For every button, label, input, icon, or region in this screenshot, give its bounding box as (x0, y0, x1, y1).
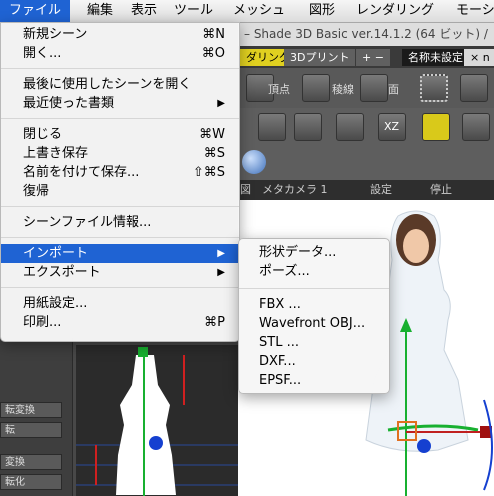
submenu-item-obj[interactable]: Wavefront OBJ... (239, 314, 389, 333)
left-button-2[interactable]: 転 (0, 422, 62, 438)
edge-mode-button[interactable] (302, 74, 330, 102)
sphere-icon[interactable] (242, 150, 266, 174)
menu-item-open-last-scene[interactable]: 最後に使用したシーンを開く (1, 75, 239, 94)
tab-add-remove[interactable]: + − (356, 49, 390, 66)
submenu-arrow-icon: ▶ (217, 248, 225, 259)
layer-icon[interactable] (294, 113, 322, 141)
menu-item-revert[interactable]: 復帰 (1, 182, 239, 201)
z-handle[interactable] (417, 439, 431, 453)
menu-separator (1, 118, 239, 119)
submenu-item-fbx[interactable]: FBX ... (239, 295, 389, 314)
menu-item-save-as[interactable]: 名前を付けて保存... ⇧⌘S (1, 163, 239, 182)
stop-button[interactable]: 停止 (430, 180, 452, 200)
submenu-item-shape-data[interactable]: 形状データ... (239, 243, 389, 262)
toolbar-row-2: XZ (238, 108, 494, 147)
menu-separator (1, 206, 239, 207)
crosshair-icon[interactable] (258, 113, 286, 141)
submenu-item-epsf[interactable]: EPSF... (239, 371, 389, 390)
rotate-icon[interactable] (460, 74, 488, 102)
menu-separator (239, 288, 389, 289)
menu-item-new-scene[interactable]: 新規シーン ⌘N (1, 25, 239, 44)
vertex-label: 頂点 (268, 83, 290, 96)
menu-separator (1, 68, 239, 69)
left-tool-column: 転変換 転 変換 転化 (0, 338, 73, 496)
menu-bar: ファイル 編集 表示 ツール メッシュ 図形 レンダリング モーシ (0, 0, 494, 23)
menu-edit[interactable]: 編集 (87, 0, 113, 22)
menu-rendering[interactable]: レンダリング (356, 0, 434, 22)
menu-separator (1, 287, 239, 288)
submenu-item-stl[interactable]: STL ... (239, 333, 389, 352)
left-button-1[interactable]: 転変換 (0, 402, 62, 418)
camera-select[interactable]: メタカメラ 1 (262, 180, 328, 200)
figure-face (403, 229, 429, 263)
select-rect-button[interactable] (420, 74, 448, 102)
material-icon[interactable] (336, 113, 364, 141)
grid-4-icon[interactable] (422, 113, 450, 141)
edge-label: 稜線 (332, 83, 354, 96)
view-bar: 図 メタカメラ 1 設定 停止 (238, 180, 494, 200)
menu-separator (1, 237, 239, 238)
left-button-4[interactable]: 転化 (0, 474, 62, 490)
submenu-arrow-icon: ▶ (217, 98, 225, 109)
menu-file[interactable]: ファイル (0, 0, 71, 22)
menu-view[interactable]: 表示 (131, 0, 157, 22)
menu-tools[interactable]: ツール (174, 0, 213, 22)
mini-z-handle[interactable] (149, 436, 163, 450)
menu-item-import[interactable]: インポート ▶ (1, 244, 239, 263)
menu-mesh[interactable]: メッシュ (233, 0, 285, 22)
face-label: 面 (388, 83, 399, 96)
file-menu: 新規シーン ⌘N 開く... ⌘O 最後に使用したシーンを開く 最近使った書類 … (0, 22, 240, 342)
submenu-item-dxf[interactable]: DXF... (239, 352, 389, 371)
left-button-3[interactable]: 変換 (0, 454, 62, 470)
menu-item-page-setup[interactable]: 用紙設定... (1, 294, 239, 313)
menu-shape[interactable]: 図形 (309, 0, 335, 22)
view-label: 図 (240, 183, 251, 196)
front-viewport[interactable] (76, 345, 238, 496)
toolbar-row-1: 頂点 稜線 面 (238, 68, 494, 109)
tab-3dprint[interactable]: 3Dプリント (284, 49, 356, 66)
tab-untitled[interactable]: 名称未設定 (402, 49, 469, 66)
menu-item-save[interactable]: 上書き保存 ⌘S (1, 144, 239, 163)
tab-doc[interactable]: × n (464, 49, 494, 66)
submenu-item-pose[interactable]: ポーズ... (239, 262, 389, 281)
toolbar-row-3 (238, 146, 494, 180)
menu-motion[interactable]: モーシ (456, 0, 494, 22)
menu-item-recent-docs[interactable]: 最近使った書類 ▶ (1, 94, 239, 113)
menu-item-open[interactable]: 開く... ⌘O (1, 44, 239, 63)
xz-label: XZ (384, 120, 400, 133)
tab-bar: ダリング 3Dプリント + − 名称未設定 × n (238, 46, 494, 68)
z-ring (483, 399, 493, 491)
settings-button[interactable]: 設定 (370, 180, 392, 200)
menu-item-print[interactable]: 印刷... ⌘P (1, 313, 239, 332)
figure-wireframe (116, 355, 176, 495)
mini-y-handle[interactable] (138, 347, 148, 357)
menu-item-close[interactable]: 閉じる ⌘W (1, 125, 239, 144)
menu-item-scene-info[interactable]: シーンファイル情報... (1, 213, 239, 232)
face-mode-button[interactable] (360, 74, 388, 102)
grid-9-icon[interactable] (462, 113, 490, 141)
import-submenu: 形状データ... ポーズ... FBX ... Wavefront OBJ...… (238, 238, 390, 394)
menu-item-export[interactable]: エクスポート ▶ (1, 263, 239, 282)
window-title: – Shade 3D Basic ver.14.1.2 (64 ビット) / (238, 22, 494, 46)
submenu-arrow-icon: ▶ (217, 267, 225, 278)
